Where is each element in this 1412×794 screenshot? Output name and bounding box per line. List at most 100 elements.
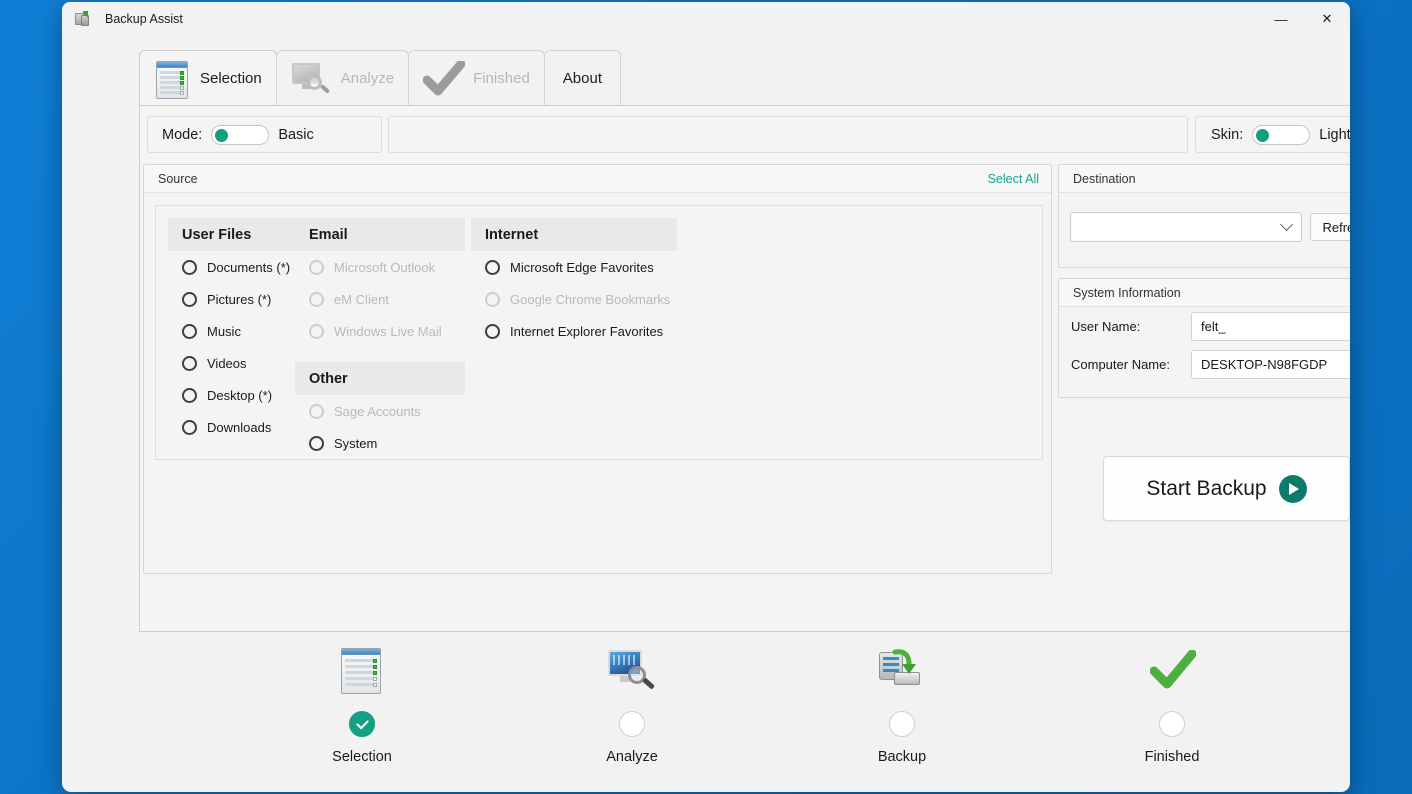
content-area: Mode: Basic Skin: Light Source Select Al…: [139, 105, 1350, 632]
step-selection-icon-wrap: [277, 636, 447, 694]
mode-control: Mode: Basic: [147, 116, 382, 153]
column-user-files-header: User Files: [168, 218, 308, 251]
tab-strip: Selection Analyze Finished About: [139, 50, 621, 106]
option-label: Sage Accounts: [334, 403, 421, 419]
step-finished[interactable]: Finished: [1087, 636, 1257, 765]
status-field: [388, 116, 1188, 153]
option-pictures[interactable]: Pictures (*): [168, 283, 308, 315]
step-finished-dot: [1159, 711, 1185, 737]
toolbar: Mode: Basic Skin: Light: [140, 106, 1350, 158]
user-name-label: User Name:: [1071, 318, 1141, 334]
option-documents[interactable]: Documents (*): [168, 251, 308, 283]
tab-about[interactable]: About: [543, 50, 621, 106]
system-information-header: System Information: [1059, 279, 1350, 307]
radio-icon[interactable]: [309, 435, 324, 451]
app-icon: [75, 11, 91, 27]
step-selection-dot: [349, 711, 375, 737]
destination-header: Destination: [1059, 165, 1350, 193]
option-windows-live-mail: Windows Live Mail: [295, 315, 465, 347]
radio-icon[interactable]: [182, 387, 197, 403]
tab-about-label: About: [562, 70, 602, 87]
option-label: Microsoft Outlook: [334, 259, 436, 275]
window-title: Backup Assist: [105, 12, 183, 26]
option-google-chrome-bookmarks: Google Chrome Bookmarks: [471, 283, 677, 315]
system-information-title: System Information: [1073, 285, 1181, 300]
radio-icon: [309, 323, 324, 339]
destination-panel: Destination Refresh: [1058, 164, 1350, 268]
option-videos[interactable]: Videos: [168, 347, 308, 379]
radio-icon[interactable]: [182, 419, 197, 435]
play-icon: [1278, 474, 1307, 503]
source-title: Source: [158, 171, 198, 186]
tab-analyze[interactable]: Analyze: [275, 50, 410, 106]
option-label: Pictures (*): [207, 291, 272, 307]
option-label: Desktop (*): [207, 387, 273, 403]
minimize-button[interactable]: —: [1258, 2, 1304, 36]
chevron-down-icon: [1280, 217, 1294, 231]
option-microsoft-outlook: Microsoft Outlook: [295, 251, 465, 283]
monitor-magnifier-icon: [291, 59, 333, 99]
skin-label: Skin:: [1211, 126, 1244, 143]
progress-stepper: Selection Analyze Backup Finished: [62, 636, 1350, 786]
option-system[interactable]: System: [295, 427, 465, 459]
skin-control: Skin: Light: [1195, 116, 1350, 153]
step-backup-label: Backup: [877, 749, 927, 765]
step-backup-icon-wrap: [817, 636, 987, 694]
checklist-icon: [154, 59, 192, 99]
column-email-header: Email: [295, 218, 465, 251]
option-internet-explorer-favorites[interactable]: Internet Explorer Favorites: [471, 315, 677, 347]
option-label: Downloads: [207, 419, 272, 435]
option-em-client: eM Client: [295, 283, 465, 315]
tab-finished[interactable]: Finished: [408, 50, 545, 106]
source-options-box: User Files Documents (*) Pictures (*) Mu…: [155, 205, 1043, 460]
column-email: Email Microsoft Outlook eM Client Window…: [295, 218, 465, 459]
option-music[interactable]: Music: [168, 315, 308, 347]
window-controls: — ✕: [1258, 2, 1350, 36]
refresh-button[interactable]: Refresh: [1310, 213, 1350, 241]
radio-icon[interactable]: [182, 291, 197, 307]
mode-toggle[interactable]: [211, 124, 270, 145]
step-finished-label: Finished: [1144, 749, 1200, 765]
step-backup[interactable]: Backup: [817, 636, 987, 765]
option-label: Documents (*): [207, 259, 291, 275]
radio-icon[interactable]: [485, 323, 500, 339]
computer-name-field: DESKTOP-N98FGDP: [1191, 349, 1350, 379]
radio-icon[interactable]: [485, 259, 500, 275]
option-label: eM Client: [334, 291, 389, 307]
step-analyze-dot: [619, 711, 645, 737]
step-backup-dot: [889, 711, 915, 737]
column-user-files: User Files Documents (*) Pictures (*) Mu…: [168, 218, 308, 443]
computer-name-row: Computer Name: DESKTOP-N98FGDP: [1059, 345, 1350, 383]
close-button[interactable]: ✕: [1304, 2, 1350, 36]
option-label: System: [334, 435, 378, 451]
monitor-magnifier-icon: [606, 648, 658, 694]
radio-icon[interactable]: [182, 259, 197, 275]
skin-value: Light: [1319, 126, 1350, 143]
app-window: Backup Assist — ✕ Selection Analyze Fini…: [62, 2, 1350, 792]
radio-icon[interactable]: [182, 355, 197, 371]
destination-row: Refresh: [1059, 193, 1350, 242]
step-analyze[interactable]: Analyze: [547, 636, 717, 765]
start-backup-button[interactable]: Start Backup: [1103, 456, 1350, 521]
destination-title: Destination: [1073, 171, 1136, 186]
column-other-header: Other: [295, 362, 465, 395]
mode-value: Basic: [278, 126, 314, 143]
destination-select[interactable]: [1070, 212, 1303, 242]
radio-icon[interactable]: [182, 323, 197, 339]
checklist-icon: [339, 646, 385, 694]
step-selection[interactable]: Selection: [277, 636, 447, 765]
skin-toggle[interactable]: [1252, 124, 1311, 145]
radio-icon: [309, 403, 324, 419]
step-analyze-icon-wrap: [547, 636, 717, 694]
system-information-panel: System Information User Name: felt_ Comp…: [1058, 278, 1350, 398]
user-name-field: felt_: [1191, 311, 1350, 341]
option-microsoft-edge-favorites[interactable]: Microsoft Edge Favorites: [471, 251, 677, 283]
option-downloads[interactable]: Downloads: [168, 411, 308, 443]
option-label: Videos: [207, 355, 247, 371]
start-backup-label: Start Backup: [1146, 476, 1267, 500]
tab-finished-label: Finished: [473, 70, 530, 87]
option-desktop[interactable]: Desktop (*): [168, 379, 308, 411]
select-all-link[interactable]: Select All: [988, 172, 1039, 186]
tab-selection[interactable]: Selection: [139, 50, 277, 106]
option-label: Internet Explorer Favorites: [510, 323, 664, 339]
